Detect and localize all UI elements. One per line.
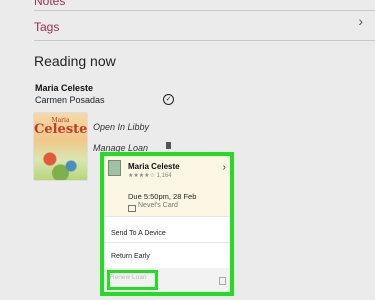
due-date: Due 5:50pm, 28 Feb bbox=[128, 192, 197, 201]
book-cover[interactable]: Maria Celeste bbox=[34, 113, 87, 180]
rating-stars: ★★★★☆ 1,164 bbox=[128, 173, 172, 179]
tags-label: Tags bbox=[34, 20, 60, 34]
renew-loan-item[interactable]: Renew Loan bbox=[104, 268, 230, 292]
menu-book-header[interactable]: Maria Celeste ★★★★☆ 1,164 › Due 5:50pm, … bbox=[104, 156, 230, 216]
chevron-right-icon: › bbox=[358, 13, 363, 29]
library-card: Nevel's Card bbox=[138, 202, 178, 209]
book-title: Maria Celeste bbox=[35, 83, 94, 93]
divider bbox=[104, 242, 230, 243]
renew-loan-label: Renew Loan bbox=[110, 274, 147, 281]
checkmark-circle-icon[interactable]: ✓ bbox=[163, 94, 174, 105]
send-to-device-label: Send To A Device bbox=[111, 230, 166, 237]
chevron-right-icon: › bbox=[222, 162, 226, 173]
cover-title-large: Celeste bbox=[34, 122, 87, 137]
lock-icon bbox=[219, 277, 226, 285]
open-in-libby-link[interactable]: Open In Libby bbox=[93, 122, 149, 132]
cover-illustration bbox=[34, 145, 87, 180]
return-early-label: Return Early bbox=[111, 253, 150, 260]
card-icon bbox=[128, 205, 136, 212]
notes-row-label[interactable]: Notes bbox=[34, 0, 65, 8]
divider bbox=[104, 216, 230, 217]
book-author: Carmen Posadas bbox=[35, 95, 105, 105]
tags-row[interactable]: Tags › bbox=[0, 12, 375, 40]
return-early-item[interactable]: Return Early bbox=[104, 245, 230, 269]
manage-loan-menu: Maria Celeste ★★★★☆ 1,164 › Due 5:50pm, … bbox=[100, 152, 234, 296]
book-thumbnail bbox=[108, 160, 121, 176]
section-title: Reading now bbox=[34, 53, 116, 69]
phone-icon bbox=[166, 142, 171, 149]
menu-book-title: Maria Celeste bbox=[128, 162, 180, 171]
divider bbox=[34, 10, 375, 11]
divider bbox=[34, 40, 375, 41]
